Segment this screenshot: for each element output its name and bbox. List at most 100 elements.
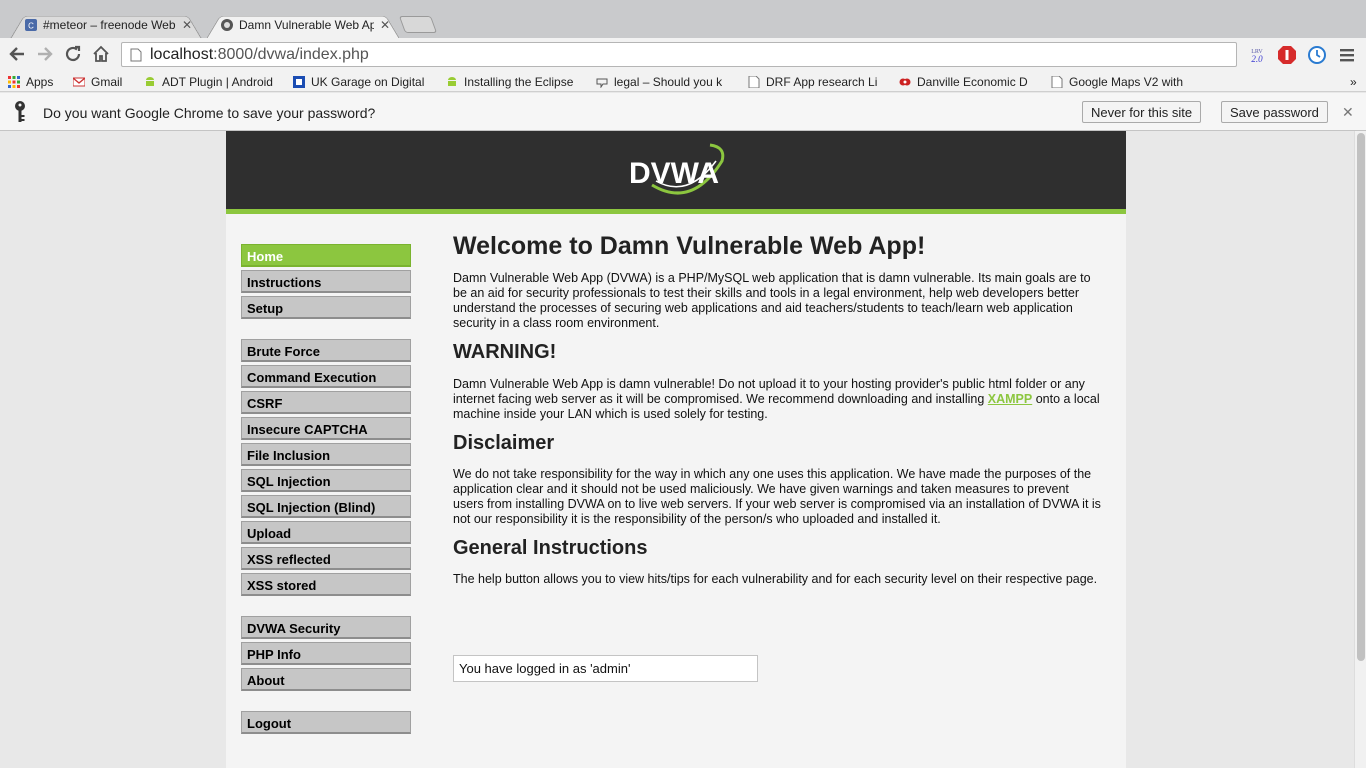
- bookmark-label: Google Maps V2 with: [1069, 74, 1184, 89]
- address-bar[interactable]: localhost:8000/dvwa/index.php: [121, 42, 1237, 67]
- menu-sql-injection-blind[interactable]: SQL Injection (Blind): [241, 495, 411, 518]
- menu-csrf[interactable]: CSRF: [241, 391, 411, 414]
- bookmark-gmail[interactable]: Gmail: [73, 73, 129, 90]
- gmail-icon: [73, 76, 85, 86]
- extension-button[interactable]: LRV 2.0: [1246, 44, 1268, 66]
- menu-about[interactable]: About: [241, 668, 411, 691]
- bookmark-label: Danville Economic D: [917, 74, 1028, 89]
- bookmark-adt-plugin[interactable]: ADT Plugin | Android: [144, 73, 278, 90]
- tab-close-icon[interactable]: ✕: [380, 18, 390, 32]
- menu-dvwa-security[interactable]: DVWA Security: [241, 616, 411, 639]
- infobar-question: Do you want Google Chrome to save your p…: [43, 105, 376, 121]
- page-viewport: DVWA Home Instructions Setup Brute Force…: [0, 131, 1354, 768]
- menu-php-info[interactable]: PHP Info: [241, 642, 411, 665]
- menu-xss-stored[interactable]: XSS stored: [241, 573, 411, 596]
- save-password-button[interactable]: Save password: [1221, 101, 1328, 123]
- bookmark-label: Gmail: [91, 74, 123, 89]
- bookmark-label: ADT Plugin | Android: [162, 74, 273, 89]
- tab-strip: C #meteor – freenode Web IRC ✕ Damn Vuln…: [0, 0, 1366, 39]
- menu-instructions[interactable]: Instructions: [241, 270, 411, 293]
- page-title: Welcome to Damn Vulnerable Web App!: [453, 232, 926, 260]
- bookmark-google-maps[interactable]: Google Maps V2 with: [1051, 73, 1185, 90]
- key-icon: [15, 101, 25, 122]
- forward-button[interactable]: [34, 43, 56, 65]
- url-host: localhost: [150, 45, 214, 63]
- overflow-chevron-icon: »: [1350, 74, 1357, 89]
- bookmark-uk-garage[interactable]: UK Garage on Digital: [293, 73, 427, 90]
- extension-badge-text: 2.0: [1251, 54, 1263, 64]
- never-for-this-site-button[interactable]: Never for this site: [1082, 101, 1202, 123]
- home-icon: [93, 45, 109, 62]
- back-button[interactable]: [6, 43, 28, 65]
- bookmark-danville[interactable]: Danville Economic D: [899, 73, 1033, 90]
- save-password-infobar: Do you want Google Chrome to save your p…: [0, 93, 1366, 131]
- tab-title: #meteor – freenode Web IRC: [43, 18, 176, 32]
- login-status: You have logged in as 'admin': [453, 655, 758, 682]
- bookmarks-overflow-button[interactable]: »: [1350, 73, 1362, 90]
- xampp-link[interactable]: XAMPP: [988, 392, 1032, 406]
- page-icon: [748, 75, 760, 88]
- menu-logout[interactable]: Logout: [241, 711, 411, 734]
- menu-sql-injection[interactable]: SQL Injection: [241, 469, 411, 492]
- apps-grid-icon: [8, 75, 20, 88]
- reload-button[interactable]: [62, 43, 84, 65]
- home-button[interactable]: [90, 43, 112, 65]
- android-icon: [146, 76, 154, 86]
- new-tab-button[interactable]: [398, 16, 438, 33]
- vertical-scrollbar[interactable]: [1354, 131, 1366, 768]
- dvwa-logo: DVWA: [629, 143, 725, 195]
- bookmark-label: legal – Should you k: [614, 74, 723, 89]
- page-icon: [1051, 75, 1063, 88]
- url-path: :8000/dvwa/index.php: [213, 45, 369, 63]
- bookmark-installing-eclipse[interactable]: Installing the Eclipse: [446, 73, 580, 90]
- disclaimer-paragraph: We do not take responsibility for the wa…: [453, 467, 1101, 526]
- bookmark-label: UK Garage on Digital: [311, 74, 425, 89]
- tab-dvwa[interactable]: Damn Vulnerable Web App ✕: [206, 11, 400, 39]
- logo-text: DVWA: [629, 157, 719, 190]
- danville-icon: [899, 78, 911, 85]
- menu-insecure-captcha[interactable]: Insecure CAPTCHA: [241, 417, 411, 440]
- extension-icon: LRV2.0: [1251, 49, 1263, 64]
- tab-close-icon[interactable]: ✕: [182, 18, 192, 32]
- adblock-button[interactable]: [1276, 44, 1298, 66]
- irc-icon: C: [25, 19, 37, 31]
- bookmark-drf-app[interactable]: DRF App research Li: [748, 73, 882, 90]
- menu-xss-reflected[interactable]: XSS reflected: [241, 547, 411, 570]
- bookmark-label: Apps: [26, 74, 54, 89]
- page-icon: [130, 48, 142, 61]
- chrome-menu-button[interactable]: [1336, 44, 1358, 66]
- menu-command-execution[interactable]: Command Execution: [241, 365, 411, 388]
- bookmark-legal[interactable]: legal – Should you k: [596, 73, 730, 90]
- android-icon: [448, 76, 456, 86]
- stop-hand-icon: [1278, 46, 1296, 64]
- general-instructions-heading: General Instructions: [453, 537, 648, 559]
- bookmark-apps[interactable]: Apps: [8, 73, 63, 90]
- intro-paragraph: Damn Vulnerable Web App (DVWA) is a PHP/…: [453, 271, 1091, 330]
- warning-paragraph: Damn Vulnerable Web App is damn vulnerab…: [453, 377, 1101, 422]
- menu-file-inclusion[interactable]: File Inclusion: [241, 443, 411, 466]
- tab-irc[interactable]: C #meteor – freenode Web IRC ✕: [10, 11, 202, 39]
- clock-icon: [1308, 46, 1326, 64]
- stackexchange-icon: [596, 78, 608, 88]
- warning-heading: WARNING!: [453, 341, 557, 363]
- clock-extension-button[interactable]: [1306, 44, 1328, 66]
- forward-arrow-icon: [38, 47, 53, 61]
- digitally-imported-icon: [293, 75, 305, 88]
- dvwa-favicon: [221, 19, 233, 31]
- reload-icon: [65, 45, 81, 62]
- hamburger-menu-icon: [1340, 49, 1354, 62]
- disclaimer-heading: Disclaimer: [453, 432, 555, 454]
- menu-brute-force[interactable]: Brute Force: [241, 339, 411, 362]
- general-instructions-paragraph: The help button allows you to view hits/…: [453, 572, 1098, 586]
- menu-setup[interactable]: Setup: [241, 296, 411, 319]
- back-arrow-icon: [9, 47, 24, 61]
- bookmark-label: Installing the Eclipse: [464, 74, 574, 89]
- dvwa-header: DVWA: [226, 131, 1126, 214]
- svg-text:C: C: [28, 22, 34, 31]
- infobar-close-icon[interactable]: ✕: [1342, 104, 1354, 121]
- scrollbar-thumb[interactable]: [1357, 133, 1365, 661]
- dvwa-container: DVWA Home Instructions Setup Brute Force…: [226, 131, 1126, 768]
- menu-upload[interactable]: Upload: [241, 521, 411, 544]
- bookmark-label: DRF App research Li: [766, 74, 878, 89]
- menu-home[interactable]: Home: [241, 244, 411, 267]
